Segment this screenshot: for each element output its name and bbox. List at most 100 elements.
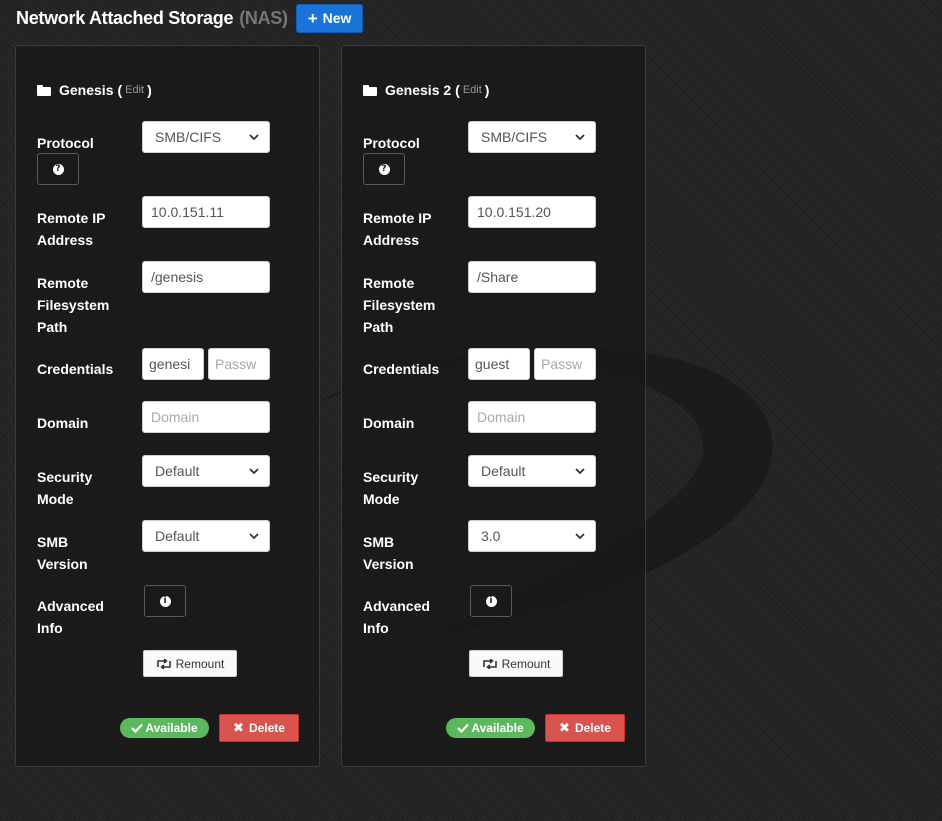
status-badge: Available — [446, 718, 535, 738]
credentials-label: Credentials — [363, 361, 440, 377]
protocol-select[interactable]: SMB/CIFS — [468, 121, 596, 153]
page-title: Network Attached Storage — [16, 7, 234, 28]
smb-version-label: SMB Version — [363, 531, 414, 575]
protocol-label: Protocol — [37, 135, 94, 151]
chevron-down-icon — [575, 467, 585, 474]
plus-icon: + — [307, 8, 318, 28]
remount-button[interactable]: Remount — [469, 650, 563, 677]
domain-placeholder: Domain — [151, 409, 200, 425]
new-share-button[interactable]: + New — [295, 3, 364, 33]
credentials-label: Credentials — [37, 361, 114, 377]
security-mode-select[interactable]: Default — [468, 455, 596, 487]
edit-share-link[interactable]: Edit — [125, 84, 144, 96]
status-text: Available — [471, 721, 524, 735]
username-input[interactable]: genesi — [142, 348, 204, 380]
domain-input[interactable]: Domain — [468, 401, 596, 433]
status-badge: Available — [120, 718, 209, 738]
protocol-value: SMB/CIFS — [481, 129, 548, 145]
page-subtitle: (NAS) — [239, 7, 288, 28]
remote-ip-label: Remote IP Address — [37, 207, 105, 251]
advanced-info-button[interactable]: i — [470, 585, 512, 617]
smb-version-label-line2: Version — [37, 556, 88, 572]
advanced-info-label-line1: Advanced — [37, 598, 104, 614]
retweet-icon — [482, 658, 497, 669]
retweet-icon — [156, 658, 171, 669]
smb-version-value: 3.0 — [481, 528, 501, 544]
remote-path-label-line2: Filesystem — [363, 297, 436, 313]
remote-path-input[interactable]: /genesis — [142, 261, 270, 293]
chevron-down-icon — [575, 133, 585, 140]
delete-label: Delete — [248, 721, 285, 735]
advanced-info-label: Advanced Info — [37, 595, 104, 639]
folder-icon — [363, 84, 377, 96]
share-card-genesis-2: Genesis 2 ( Edit ) Protocol ? SMB/CIFS R… — [341, 45, 646, 767]
security-mode-label: Security Mode — [37, 466, 92, 510]
security-mode-value: Default — [155, 463, 200, 479]
domain-placeholder: Domain — [477, 409, 526, 425]
remote-path-label-line3: Path — [37, 319, 68, 335]
remote-ip-label-line2: Address — [363, 232, 420, 248]
remote-path-label: Remote Filesystem Path — [37, 272, 109, 338]
password-input[interactable]: Passw — [208, 348, 270, 380]
protocol-select[interactable]: SMB/CIFS — [142, 121, 270, 153]
smb-version-label-line1: SMB — [363, 534, 395, 550]
x-icon: ✖ — [559, 720, 570, 736]
domain-label: Domain — [37, 415, 89, 431]
smb-version-select[interactable]: 3.0 — [468, 520, 596, 552]
password-input[interactable]: Passw — [534, 348, 596, 380]
remount-label: Remount — [175, 656, 225, 671]
domain-label: Domain — [363, 415, 415, 431]
chevron-down-icon — [249, 532, 259, 539]
remount-button[interactable]: Remount — [143, 650, 237, 677]
smb-version-label: SMB Version — [37, 531, 88, 575]
password-placeholder: Passw — [215, 356, 257, 372]
check-icon — [131, 723, 144, 733]
advanced-info-label: Advanced Info — [363, 595, 430, 639]
delete-button[interactable]: ✖ Delete — [545, 714, 625, 742]
remote-ip-input[interactable]: 10.0.151.11 — [142, 196, 270, 228]
remote-ip-label-line1: Remote IP — [37, 210, 106, 226]
question-circle-icon: ? — [52, 163, 64, 175]
remote-path-label-line2: Filesystem — [37, 297, 110, 313]
protocol-label: Protocol — [363, 135, 420, 151]
protocol-help-button[interactable]: ? — [363, 153, 405, 185]
advanced-info-button[interactable]: i — [144, 585, 186, 617]
delete-button[interactable]: ✖ Delete — [219, 714, 299, 742]
info-circle-icon: i — [159, 595, 171, 607]
info-circle-icon: i — [485, 595, 497, 607]
security-mode-value: Default — [481, 463, 526, 479]
page-header: Network Attached Storage (NAS) + New — [16, 3, 364, 33]
remote-ip-label-line2: Address — [37, 232, 94, 248]
edit-share-link[interactable]: Edit — [463, 84, 482, 96]
remount-label: Remount — [501, 656, 551, 671]
remote-ip-input[interactable]: 10.0.151.20 — [468, 196, 596, 228]
smb-version-value: Default — [155, 528, 200, 544]
share-card-genesis: Genesis ( Edit ) Protocol ? SMB/CIFS Rem… — [15, 45, 320, 767]
chevron-down-icon — [249, 133, 259, 140]
question-circle-icon: ? — [378, 163, 390, 175]
security-mode-label-line2: Mode — [37, 491, 74, 507]
smb-version-label-line2: Version — [363, 556, 414, 572]
smb-version-select[interactable]: Default — [142, 520, 270, 552]
delete-label: Delete — [574, 721, 611, 735]
status-text: Available — [145, 721, 198, 735]
protocol-help-button[interactable]: ? — [37, 153, 79, 185]
remote-ip-label-line1: Remote IP — [363, 210, 432, 226]
remote-path-label-line1: Remote — [37, 275, 89, 291]
share-title: Genesis 2 ( Edit ) — [363, 82, 489, 98]
smb-version-label-line1: SMB — [37, 534, 69, 550]
check-icon — [457, 723, 470, 733]
remote-path-input[interactable]: /Share — [468, 261, 596, 293]
remote-path-label-line1: Remote — [363, 275, 415, 291]
remote-ip-label: Remote IP Address — [363, 207, 431, 251]
folder-icon — [37, 84, 51, 96]
share-name: Genesis — [59, 82, 114, 98]
username-input[interactable]: guest — [468, 348, 530, 380]
advanced-info-label-line2: Info — [37, 620, 63, 636]
security-mode-select[interactable]: Default — [142, 455, 270, 487]
share-name: Genesis 2 — [385, 82, 452, 98]
x-icon: ✖ — [233, 720, 244, 736]
chevron-down-icon — [575, 532, 585, 539]
domain-input[interactable]: Domain — [142, 401, 270, 433]
share-title: Genesis ( Edit ) — [37, 82, 152, 98]
